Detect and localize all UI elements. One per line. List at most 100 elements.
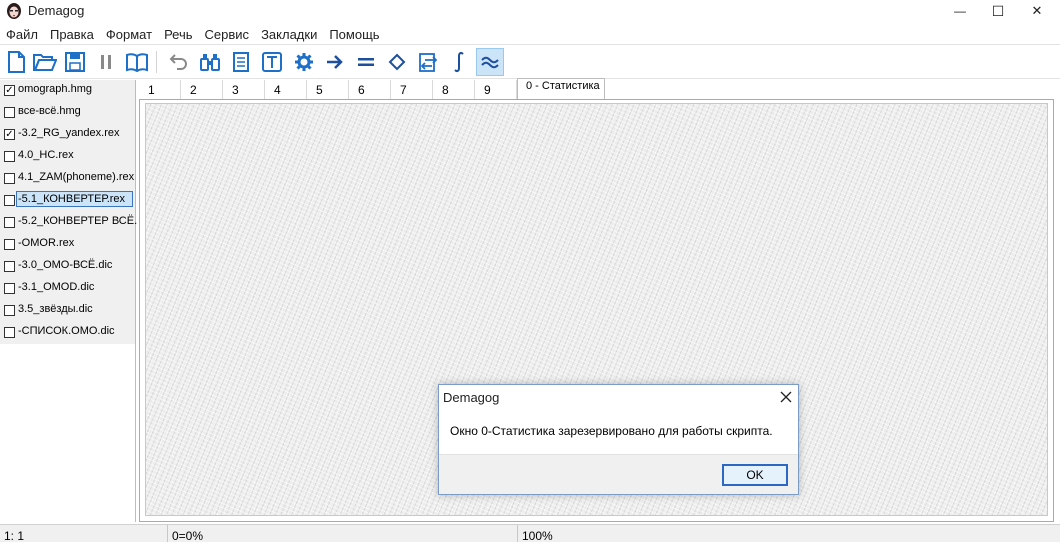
tab-6[interactable]: 6 <box>349 80 391 100</box>
close-button[interactable]: ✕ <box>1014 0 1060 22</box>
next-button[interactable] <box>321 48 349 76</box>
tab-7[interactable]: 7 <box>391 80 433 100</box>
tab-9[interactable]: 9 <box>475 80 517 100</box>
tab-5[interactable]: 5 <box>307 80 349 100</box>
minimize-icon: — <box>954 4 966 18</box>
file-item[interactable]: ✓ -3.2_RG_yandex.rex <box>0 124 135 146</box>
file-label: -5.1_КОНВЕРТЕР.rex <box>16 191 133 207</box>
title-bar: Demagog — ☐ ✕ <box>0 0 1060 24</box>
pause-icon <box>101 55 111 69</box>
pause-button[interactable] <box>92 48 120 76</box>
close-icon: ✕ <box>1031 3 1043 18</box>
equals-icon <box>358 58 374 66</box>
file-label: -3.1_OMOD.dic <box>18 281 95 293</box>
tab-2[interactable]: 2 <box>181 80 223 100</box>
menu-help[interactable]: Помощь <box>329 27 379 42</box>
file-label: все-всё.hmg <box>18 105 81 117</box>
menu-bookmarks[interactable]: Закладки <box>261 27 317 42</box>
book-icon <box>126 53 148 72</box>
file-item[interactable]: ✓ omograph.hmg <box>0 80 135 102</box>
diamond-button[interactable] <box>383 48 411 76</box>
checkbox[interactable] <box>4 173 15 184</box>
maximize-icon: ☐ <box>991 2 1005 19</box>
save-icon <box>65 52 85 72</box>
checkbox[interactable]: ✓ <box>4 129 15 140</box>
file-item[interactable]: 4.0_HC.rex <box>0 146 135 168</box>
close-icon <box>780 391 792 403</box>
file-item[interactable]: 3.5_звёзды.dic <box>0 300 135 322</box>
tab-4[interactable]: 4 <box>265 80 307 100</box>
approx-button[interactable] <box>476 48 504 76</box>
window-title: Demagog <box>28 3 85 18</box>
checkbox[interactable] <box>4 283 15 294</box>
file-label: -3.0_OMO-ВСЁ.dic <box>18 259 113 271</box>
checkbox[interactable] <box>4 261 15 272</box>
file-item[interactable]: -3.1_OMOD.dic <box>0 278 135 300</box>
file-item[interactable]: -3.0_OMO-ВСЁ.dic <box>0 256 135 278</box>
document-button[interactable] <box>227 48 255 76</box>
open-folder-button[interactable] <box>31 48 59 76</box>
cursor-position: 1: 1 <box>0 525 168 542</box>
menu-file[interactable]: Файл <box>6 27 38 42</box>
new-file-button[interactable] <box>2 48 30 76</box>
undo-icon <box>169 54 187 70</box>
text-t-icon <box>262 52 282 72</box>
settings-button[interactable] <box>290 48 318 76</box>
dialog-close-button[interactable] <box>776 387 796 407</box>
menu-format[interactable]: Формат <box>106 27 152 42</box>
undo-button[interactable] <box>165 48 193 76</box>
ok-button[interactable]: OK <box>722 464 788 486</box>
checkbox[interactable] <box>4 217 15 228</box>
file-item[interactable]: 4.1_ZAM(phoneme).rex <box>0 168 135 190</box>
save-button[interactable] <box>61 48 89 76</box>
tab-bar: 1 2 3 4 5 6 7 8 9 0 - Статистика <box>139 78 1054 100</box>
file-label: 4.1_ZAM(phoneme).rex <box>18 171 135 183</box>
file-item[interactable]: все-всё.hmg <box>0 102 135 124</box>
checkbox[interactable] <box>4 151 15 162</box>
new-file-icon <box>8 51 25 73</box>
gear-icon <box>295 53 313 71</box>
checkbox[interactable] <box>4 107 15 118</box>
menu-speech[interactable]: Речь <box>164 27 192 42</box>
checkbox[interactable] <box>4 305 15 316</box>
checkbox[interactable] <box>4 327 15 338</box>
checkbox[interactable] <box>4 195 15 206</box>
file-item[interactable]: -СПИСОК.OMO.dic <box>0 322 135 344</box>
tab-8[interactable]: 8 <box>433 80 475 100</box>
equals-button[interactable] <box>352 48 380 76</box>
dialog-footer: OK <box>439 454 798 494</box>
file-label: -3.2_RG_yandex.rex <box>18 127 120 139</box>
text-button[interactable] <box>258 48 286 76</box>
dialog-message: Окно 0-Статистика зарезервировано для ра… <box>450 424 773 438</box>
find-button[interactable] <box>196 48 224 76</box>
diamond-icon <box>388 53 406 71</box>
transfer-icon <box>419 53 438 72</box>
dialog-title: Demagog <box>443 390 500 405</box>
book-button[interactable] <box>123 48 151 76</box>
file-label: -OMOR.rex <box>18 237 75 249</box>
arrow-right-icon <box>327 55 343 69</box>
message-dialog: Demagog Окно 0-Статистика зарезервирован… <box>438 384 799 495</box>
menu-edit[interactable]: Правка <box>50 27 94 42</box>
menu-service[interactable]: Сервис <box>205 27 250 42</box>
zoom-level: 100% <box>522 529 553 542</box>
approx-icon <box>481 56 499 69</box>
toolbar-separator <box>156 51 157 73</box>
file-item[interactable]: -5.2_КОНВЕРТЕР ВСЁ. <box>0 212 138 234</box>
tab-3[interactable]: 3 <box>223 80 265 100</box>
transfer-button[interactable] <box>414 48 442 76</box>
tab-strip-filler <box>605 80 1054 100</box>
file-list-panel: ✓ omograph.hmg все-всё.hmg ✓ -3.2_RG_yan… <box>0 80 138 522</box>
tab-statistics[interactable]: 0 - Статистика <box>517 78 605 100</box>
file-item[interactable]: -OMOR.rex <box>0 234 135 256</box>
document-icon <box>233 52 249 72</box>
file-item-selected[interactable]: -5.1_КОНВЕРТЕР.rex <box>0 190 135 212</box>
file-label: -5.2_КОНВЕРТЕР ВСЁ. <box>18 215 138 227</box>
integral-button[interactable] <box>445 48 473 76</box>
file-label: omograph.hmg <box>18 83 92 95</box>
tab-1[interactable]: 1 <box>139 80 181 100</box>
toolbar <box>0 44 1060 79</box>
file-label: -СПИСОК.OMO.dic <box>18 325 115 337</box>
checkbox[interactable]: ✓ <box>4 85 15 96</box>
checkbox[interactable] <box>4 239 15 250</box>
